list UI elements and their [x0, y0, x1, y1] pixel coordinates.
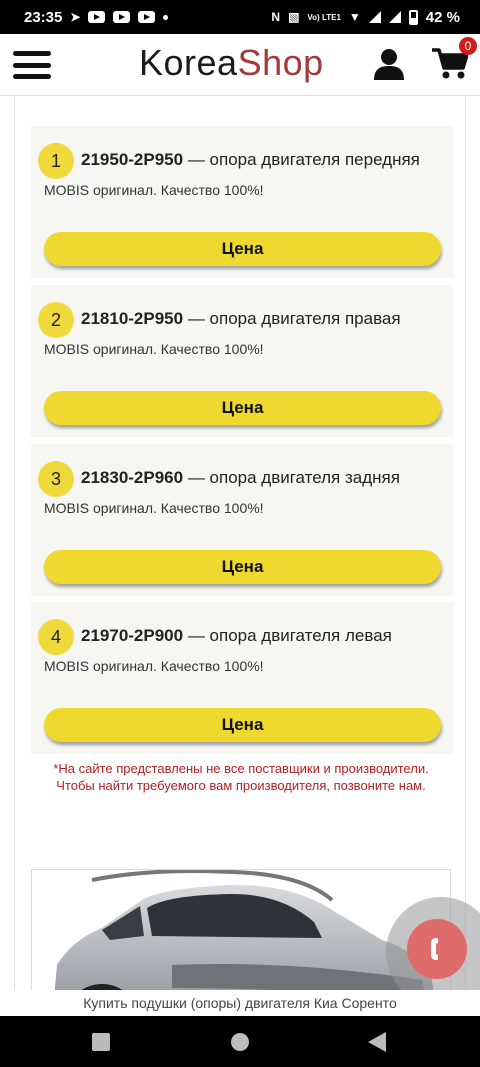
- product-description: MOBIS оригинал. Качество 100%!: [44, 182, 264, 198]
- status-right: N ▧ Vo) LTE1 ▼ 42 %: [271, 9, 460, 26]
- product-card: 3 21830-2P960 — опора двигателя задняя M…: [31, 444, 453, 596]
- product-number-badge: 2: [38, 302, 74, 338]
- user-icon[interactable]: [373, 48, 405, 80]
- cart-count-badge: 0: [459, 37, 477, 55]
- status-bar: 23:35 ➤ N ▧ Vo) LTE1 ▼ 42 %: [0, 0, 480, 34]
- signal-icon: [388, 11, 401, 23]
- site-header: KoreaShop: [0, 34, 480, 96]
- product-card: 1 21950-2P950 — опора двигателя передняя…: [31, 126, 453, 278]
- home-icon[interactable]: [231, 1033, 249, 1051]
- logo-part-korea: Korea: [139, 42, 238, 83]
- youtube-icon: [113, 11, 131, 23]
- site-logo[interactable]: KoreaShop: [139, 42, 324, 84]
- product-name: — опора двигателя передняя: [183, 150, 420, 169]
- product-name: — опора двигателя задняя: [183, 468, 400, 487]
- price-button[interactable]: Цена: [44, 391, 441, 425]
- product-number-badge: 1: [38, 143, 74, 179]
- nfc-icon: N: [271, 10, 281, 24]
- product-title: 21970-2P900 — опора двигателя левая: [81, 626, 392, 646]
- vibrate-icon: ▧: [288, 10, 300, 24]
- system-nav-bar: [0, 1016, 480, 1067]
- supplier-note-line: Чтобы найти требуемого вам производителя…: [56, 778, 426, 793]
- product-number-badge: 4: [38, 619, 74, 655]
- youtube-icon: [138, 11, 156, 23]
- status-time: 23:35: [24, 8, 63, 26]
- product-list-section: 1 21950-2P950 — опора двигателя передняя…: [14, 96, 467, 1019]
- menu-icon[interactable]: [13, 51, 51, 79]
- product-name: — опора двигателя правая: [183, 309, 401, 328]
- notification-dot-icon: [163, 14, 169, 20]
- product-description: MOBIS оригинал. Качество 100%!: [44, 658, 264, 674]
- price-button[interactable]: Цена: [44, 232, 441, 266]
- product-title: 21830-2P960 — опора двигателя задняя: [81, 468, 400, 488]
- product-description: MOBIS оригинал. Качество 100%!: [44, 341, 264, 357]
- product-code: 21810-2P950: [81, 309, 184, 328]
- logo-part-shop: Shop: [237, 42, 324, 83]
- product-card: 2 21810-2P950 — опора двигателя правая M…: [31, 285, 453, 437]
- price-button[interactable]: Цена: [44, 550, 441, 584]
- product-card: 4 21970-2P900 — опора двигателя левая MO…: [31, 602, 453, 754]
- product-name: — опора двигателя левая: [183, 626, 392, 645]
- status-left: 23:35 ➤: [24, 8, 169, 26]
- volte-icon: Vo) LTE1: [307, 12, 341, 22]
- battery-icon: [408, 9, 418, 25]
- supplier-note-line: *На сайте представлены не все поставщики…: [53, 761, 429, 776]
- product-code: 21970-2P900: [81, 626, 184, 645]
- phone-icon: [431, 938, 438, 960]
- page-caption: Купить подушки (опоры) двигателя Киа Сор…: [0, 990, 480, 1016]
- recent-apps-icon[interactable]: [92, 1033, 110, 1051]
- product-description: MOBIS оригинал. Качество 100%!: [44, 500, 264, 516]
- price-button[interactable]: Цена: [44, 708, 441, 742]
- call-button[interactable]: [407, 919, 467, 979]
- signal-icon: [368, 11, 381, 23]
- battery-level: 42 %: [425, 8, 460, 26]
- product-title: 21950-2P950 — опора двигателя передняя: [81, 150, 420, 170]
- supplier-note: *На сайте представлены не все поставщики…: [15, 760, 467, 794]
- back-icon[interactable]: [368, 1032, 386, 1052]
- product-code: 21950-2P950: [81, 150, 184, 169]
- product-number-badge: 3: [38, 461, 74, 497]
- telegram-icon: ➤: [70, 10, 81, 24]
- wifi-icon: ▼: [348, 10, 361, 24]
- product-code: 21830-2P960: [81, 468, 184, 487]
- product-title: 21810-2P950 — опора двигателя правая: [81, 309, 401, 329]
- youtube-icon: [88, 11, 106, 23]
